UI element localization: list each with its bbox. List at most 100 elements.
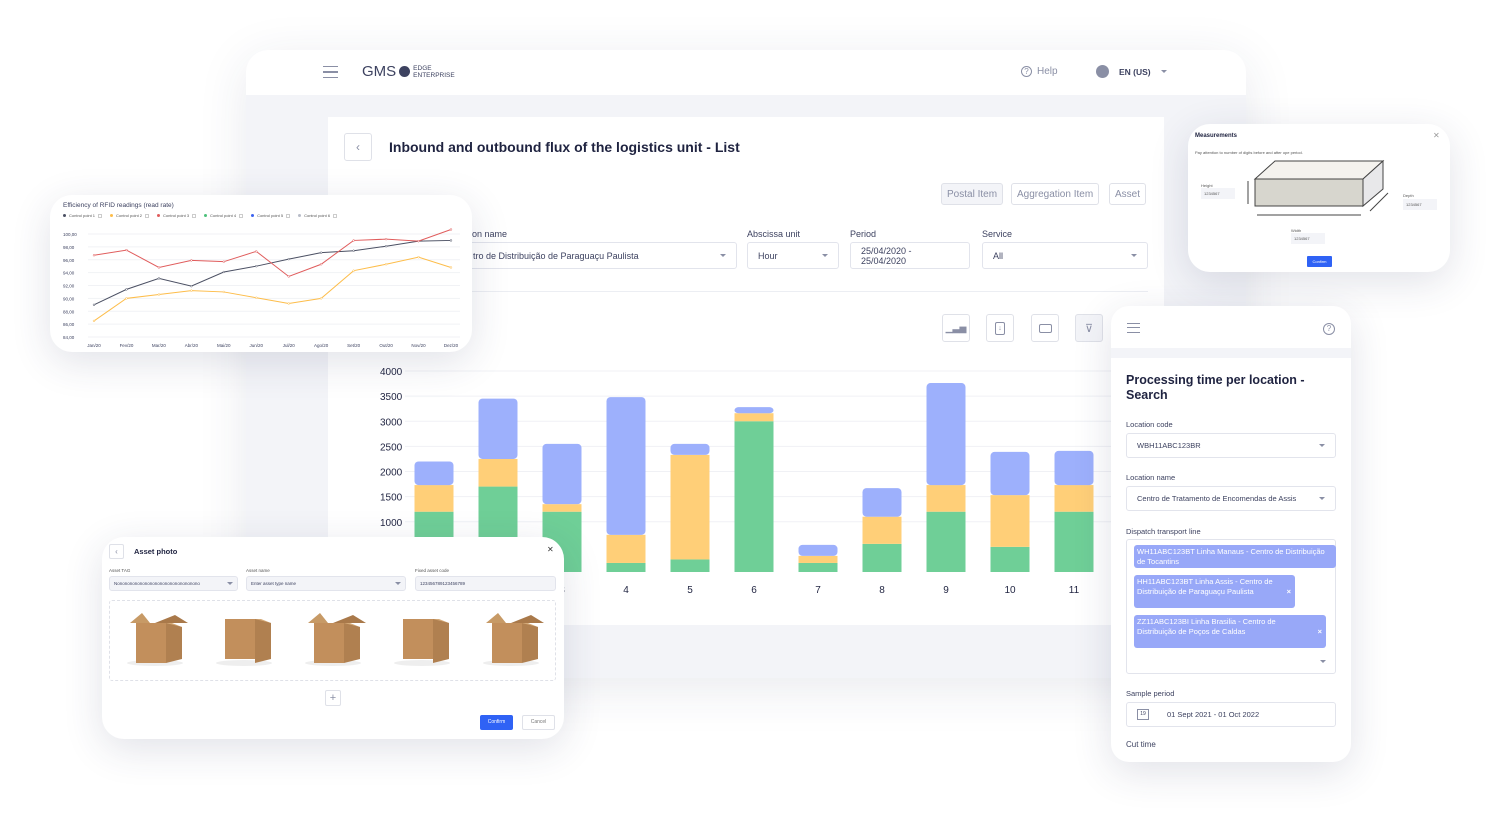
asset-photo[interactable] (298, 609, 368, 672)
data-point (320, 297, 323, 300)
y-tick-label: 92,00 (63, 284, 75, 289)
chart-button[interactable]: ▁▃▅ (942, 314, 970, 342)
measurements-title: Measurements (1195, 133, 1238, 139)
data-point (449, 228, 453, 231)
x-tick-label: 6 (751, 585, 757, 596)
width-input[interactable]: 1234567 (1291, 233, 1325, 244)
dispatch-tag[interactable]: WH11ABC123BT Linha Manaus - Centro de Di… (1134, 545, 1336, 568)
confirm-button[interactable]: Confirm (1307, 256, 1332, 267)
asset-photo[interactable] (209, 609, 279, 672)
y-tick-label: 3000 (380, 417, 403, 428)
asset-name-select[interactable]: Enter asset type name (246, 576, 406, 591)
dispatch-tag[interactable]: HH11ABC123BT Linha Assis - Centro de Dis… (1134, 575, 1295, 608)
height-input[interactable]: 1234567 (1201, 188, 1235, 199)
clear-filter-button[interactable]: ⊽ (1075, 314, 1103, 342)
x-tick-label: 4 (623, 585, 629, 596)
data-point (417, 256, 420, 259)
asset-name-placeholder: Enter asset type name (251, 581, 297, 586)
remove-tag-icon[interactable]: × (1287, 587, 1291, 597)
asset-code-label: Fixed asset code (415, 568, 450, 573)
bar-segment (990, 546, 1030, 572)
service-select[interactable]: All (982, 242, 1148, 269)
back-button[interactable]: ‹ (344, 133, 372, 161)
bar-segment (926, 485, 966, 512)
period-label: Period (850, 229, 877, 239)
chevron-down-icon (822, 254, 828, 257)
data-point (92, 254, 96, 257)
chevron-down-icon (1160, 70, 1167, 73)
sample-period-value: 01 Sept 2021 - 01 Oct 2022 (1167, 710, 1260, 719)
data-point (125, 288, 128, 291)
x-tick-label: Out/20 (379, 343, 393, 348)
x-tick-label: Dez/20 (444, 343, 459, 348)
dispatch-tag-label: ZZ11ABC123BI Linha Brasilia - Centro de … (1137, 617, 1276, 636)
bar-segment (414, 461, 454, 486)
asset-code-input[interactable]: 123456789123456789 (415, 576, 556, 591)
measurements-hint: Pay attention to number of digits before… (1195, 150, 1303, 155)
bar-segment (990, 451, 1030, 496)
menu-icon[interactable] (1127, 323, 1140, 333)
back-button[interactable]: ‹ (109, 544, 124, 559)
chevron-down-icon (1320, 660, 1326, 663)
download-button[interactable]: ↓ (986, 314, 1014, 342)
location-select[interactable]: tro de Distribuição de Paraguaçu Paulist… (462, 242, 737, 269)
bar-segment (798, 544, 838, 556)
dispatch-tag-label: HH11ABC123BT Linha Assis - Centro de Dis… (1137, 577, 1273, 596)
data-point (384, 263, 388, 266)
dispatch-tag[interactable]: ZZ11ABC123BI Linha Brasilia - Centro de … (1134, 615, 1326, 648)
data-point (352, 269, 355, 272)
asset-tag-select[interactable]: Nonononononononononononononononono (109, 576, 238, 591)
add-photo-button[interactable]: + (325, 690, 341, 706)
abscissa-select[interactable]: Hour (747, 242, 839, 269)
toggle-postal-item[interactable]: Postal Item (941, 183, 1004, 205)
y-tick-label: 2000 (380, 468, 403, 479)
data-point (449, 239, 453, 242)
toggle-aggregation-item[interactable]: Aggregation Item (1011, 183, 1100, 205)
data-point (384, 238, 388, 241)
period-input[interactable]: 25/04/2020 - 25/04/2020 (850, 242, 970, 269)
asset-code-value: 123456789123456789 (420, 581, 466, 586)
depth-input[interactable]: 1234567 (1403, 199, 1437, 210)
print-icon (1038, 323, 1052, 333)
asset-photo[interactable] (476, 609, 546, 672)
bar-segment (798, 555, 838, 563)
sample-period-input[interactable]: 19 01 Sept 2021 - 01 Oct 2022 (1126, 702, 1336, 727)
depth-label: Depth (1403, 193, 1414, 198)
asset-photo[interactable] (120, 609, 190, 672)
help-link[interactable]: ? Help (1021, 66, 1058, 77)
data-point (352, 239, 355, 242)
remove-tag-icon[interactable]: × (1318, 627, 1322, 637)
data-point (255, 296, 258, 299)
cancel-button[interactable]: Cancel (522, 715, 555, 730)
print-button[interactable] (1031, 314, 1059, 342)
x-tick-label: Ago/20 (314, 343, 329, 348)
location-value: tro de Distribuição de Paraguaçu Paulist… (473, 250, 639, 261)
confirm-button[interactable]: Confirm (480, 715, 513, 730)
toggle-asset[interactable]: Asset (1109, 183, 1147, 205)
y-tick-label: 2500 (380, 442, 403, 453)
bar-segment (734, 421, 774, 572)
bar-segment (478, 458, 518, 487)
bar-segment (1054, 450, 1094, 486)
abscissa-value: Hour (758, 250, 778, 261)
location-name-value: Centro de Tratamento de Encomendas de As… (1137, 494, 1297, 503)
language-selector[interactable]: EN (US) (1096, 65, 1167, 78)
menu-icon[interactable] (323, 66, 338, 78)
asset-tag-label: Asset TAG (109, 568, 131, 573)
help-icon: ? (1021, 66, 1032, 77)
x-tick-label: 7 (815, 585, 821, 596)
location-code-select[interactable]: WBH11ABC123BR (1126, 433, 1336, 458)
help-icon[interactable]: ? (1323, 323, 1335, 335)
x-tick-label: Fev/20 (120, 343, 134, 348)
location-name-select[interactable]: Centro de Tratamento de Encomendas de As… (1126, 486, 1336, 511)
data-point (222, 270, 225, 274)
asset-photo[interactable] (387, 609, 457, 672)
x-tick-label: 8 (879, 585, 885, 596)
y-tick-label: 88,00 (63, 309, 75, 314)
abscissa-label: Abscissa unit (747, 229, 801, 239)
data-point (125, 248, 128, 252)
close-icon[interactable]: ✕ (547, 545, 554, 554)
rfid-efficiency-card: Efficiency of RFID readings (read rate) … (50, 195, 472, 352)
close-icon[interactable]: ✕ (1433, 131, 1440, 140)
page-title: Inbound and outbound flux of the logisti… (389, 139, 740, 155)
